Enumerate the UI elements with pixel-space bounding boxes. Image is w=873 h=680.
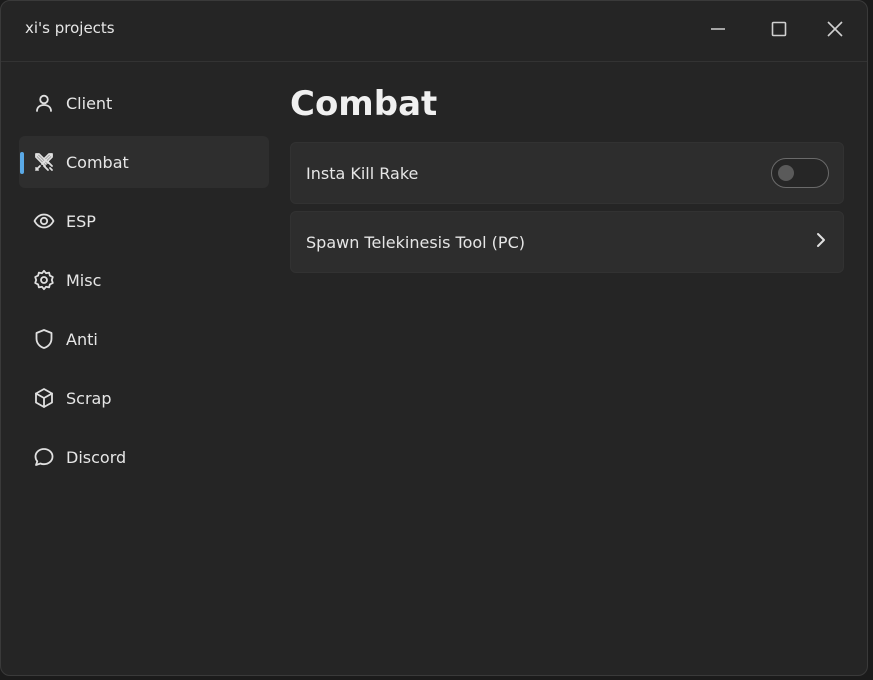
sidebar-item-misc[interactable]: Misc: [19, 254, 269, 306]
option-label: Spawn Telekinesis Tool (PC): [306, 232, 525, 252]
title-bar: xi's projects: [1, 1, 867, 62]
minimize-icon: [711, 28, 725, 30]
sidebar-item-label: ESP: [66, 211, 96, 231]
sidebar-item-combat[interactable]: Combat: [19, 136, 269, 188]
chevron-right-icon: [813, 232, 829, 252]
sidebar-item-label: Anti: [66, 329, 98, 349]
insta-kill-rake-toggle[interactable]: [771, 158, 829, 188]
sidebar-item-client[interactable]: Client: [19, 77, 269, 129]
user-icon: [33, 92, 55, 114]
sidebar-item-label: Misc: [66, 270, 102, 290]
sidebar-item-label: Combat: [66, 152, 129, 172]
maximize-button[interactable]: [764, 15, 794, 43]
main-content: Combat Insta Kill Rake Spawn Telekinesis…: [290, 77, 844, 280]
sidebar-item-scrap[interactable]: Scrap: [19, 372, 269, 424]
eye-icon: [33, 210, 55, 232]
page-title: Combat: [290, 84, 438, 124]
close-button[interactable]: [820, 15, 850, 43]
box-icon: [33, 387, 55, 409]
window-title: xi's projects: [25, 19, 115, 37]
close-icon: [827, 21, 843, 37]
sidebar: Client Combat ESP Misc Anti Scrap Discor…: [19, 77, 269, 490]
option-spawn-telekinesis-tool[interactable]: Spawn Telekinesis Tool (PC): [290, 211, 844, 273]
sidebar-item-label: Client: [66, 93, 113, 113]
gear-icon: [33, 269, 55, 291]
sidebar-item-anti[interactable]: Anti: [19, 313, 269, 365]
active-indicator: [20, 152, 24, 174]
sidebar-item-label: Scrap: [66, 388, 112, 408]
sidebar-item-esp[interactable]: ESP: [19, 195, 269, 247]
sidebar-item-discord[interactable]: Discord: [19, 431, 269, 483]
chat-bubble-icon: [33, 446, 55, 468]
app-window: xi's projects Client Combat ESP Misc Ant…: [0, 0, 868, 676]
shield-icon: [33, 328, 55, 350]
swords-icon: [33, 151, 55, 173]
maximize-icon: [771, 21, 787, 37]
sidebar-item-label: Discord: [66, 447, 127, 467]
option-insta-kill-rake[interactable]: Insta Kill Rake: [290, 142, 844, 204]
minimize-button[interactable]: [703, 15, 733, 43]
toggle-knob: [778, 165, 794, 181]
option-label: Insta Kill Rake: [306, 163, 419, 183]
